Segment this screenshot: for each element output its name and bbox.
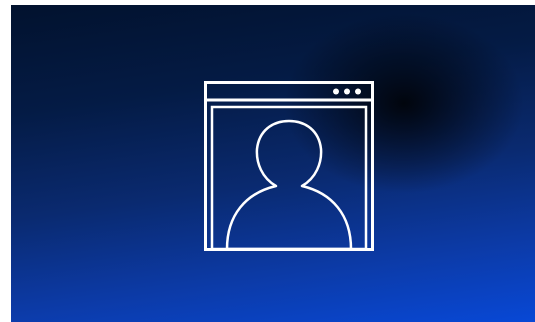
browser-window-user-profile-icon: [204, 81, 374, 251]
user-avatar-icon: [225, 119, 353, 251]
window-content-frame: [210, 105, 368, 251]
illustration-frame: [11, 5, 535, 322]
window-controls-icon: [333, 88, 361, 95]
